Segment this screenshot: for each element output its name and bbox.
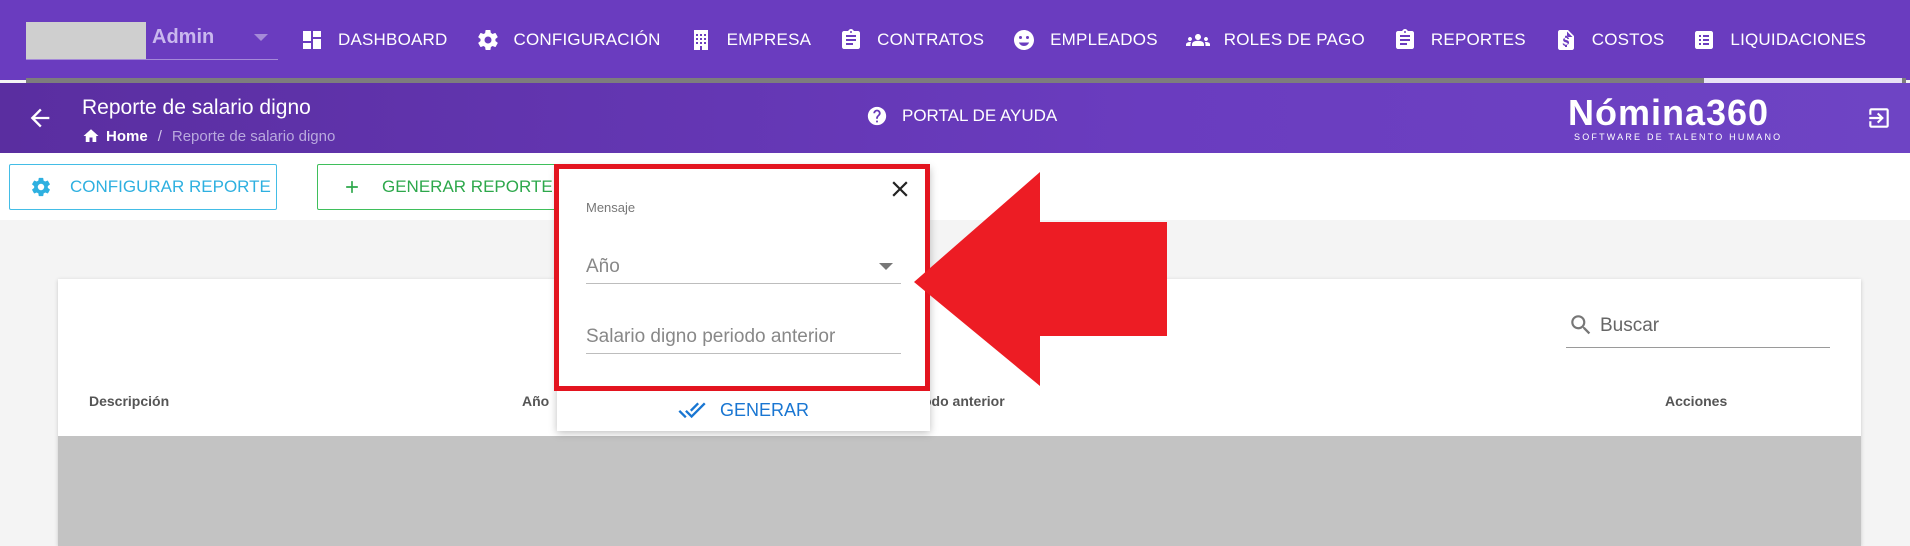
column-header-anio[interactable]: Año xyxy=(522,393,549,409)
salario-field-wrapper xyxy=(586,318,901,354)
brand-tagline: SOFTWARE DE TALENTO HUMANO xyxy=(1574,132,1783,142)
nav-empleados-label: EMPLEADOS xyxy=(1050,30,1158,49)
gear-icon xyxy=(32,177,50,197)
generar-label: GENERAR xyxy=(719,399,809,420)
nav-empresa[interactable]: EMPRESA xyxy=(681,0,832,80)
gear-icon xyxy=(477,30,498,51)
generate-report-label: GENERAR REPORTE xyxy=(382,177,553,196)
dollar-file-icon xyxy=(1557,30,1574,50)
nav-costos[interactable]: COSTOS xyxy=(1546,0,1685,80)
nav-configuracion[interactable]: CONFIGURACIÓN xyxy=(468,0,681,80)
action-toolbar: CONFIGURAR REPORTE GENERAR REPORTE xyxy=(0,153,1910,220)
nav-configuracion-label: CONFIGURACIÓN xyxy=(513,30,661,49)
breadcrumb: Home / Reporte de salario digno xyxy=(82,127,335,145)
user-selector[interactable]: Admin xyxy=(26,22,278,60)
nav-roles-de-pago[interactable]: ROLES DE PAGO xyxy=(1178,0,1385,80)
help-icon xyxy=(867,106,887,126)
breadcrumb-home[interactable]: Home xyxy=(106,128,148,145)
nav-contratos[interactable]: CONTRATOS xyxy=(831,0,1004,80)
nav-reportes-label: REPORTES xyxy=(1430,30,1526,49)
double-check-icon xyxy=(678,402,706,419)
admin-label: Admin xyxy=(152,26,215,48)
chevron-down-icon[interactable] xyxy=(254,34,268,41)
search-input[interactable] xyxy=(1600,310,1826,342)
nav-costos-label: COSTOS xyxy=(1591,30,1665,49)
brand-logo: Nómina360 xyxy=(1568,92,1770,133)
back-arrow-icon[interactable] xyxy=(26,104,54,132)
dialog-message-label: Mensaje xyxy=(586,200,636,215)
plus-icon xyxy=(346,181,358,193)
search-icon xyxy=(1571,315,1591,335)
nav-dashboard-label: DASHBOARD xyxy=(338,30,448,49)
generar-button[interactable]: GENERAR xyxy=(557,388,930,431)
chevron-down-icon[interactable] xyxy=(879,263,893,270)
page-title: Reporte de salario digno xyxy=(82,96,311,119)
generate-report-dialog: Mensaje GENERAR xyxy=(557,166,930,431)
list-icon xyxy=(1695,31,1714,49)
year-field[interactable] xyxy=(586,256,876,278)
clipboard-icon xyxy=(1395,29,1414,49)
configure-report-button[interactable]: CONFIGURAR REPORTE xyxy=(9,164,277,210)
main-menu: DASHBOARD CONFIGURACIÓN EMPRESA CONTRATO… xyxy=(292,0,1886,80)
nav-reportes[interactable]: REPORTES xyxy=(1385,0,1546,80)
face-icon xyxy=(1014,30,1035,50)
configure-report-label: CONFIGURAR REPORTE xyxy=(70,177,271,196)
logout-icon[interactable] xyxy=(1866,105,1892,131)
close-icon[interactable] xyxy=(887,176,913,202)
nav-liquidaciones[interactable]: LIQUIDACIONES xyxy=(1684,0,1886,80)
page-header: Reporte de salario digno Home / Reporte … xyxy=(0,83,1910,153)
dashboard-icon xyxy=(303,31,321,49)
nav-dashboard[interactable]: DASHBOARD xyxy=(292,0,468,80)
column-header-salario-anterior[interactable]: odo anterior xyxy=(923,393,1005,409)
column-header-acciones: Acciones xyxy=(1665,393,1728,409)
nav-roles-label: ROLES DE PAGO xyxy=(1223,30,1365,49)
salario-anterior-input[interactable] xyxy=(586,326,876,348)
nav-empresa-label: EMPRESA xyxy=(726,30,812,49)
building-icon xyxy=(693,30,708,50)
clipboard-icon xyxy=(842,29,861,49)
help-portal-link[interactable]: PORTAL DE AYUDA xyxy=(866,105,1057,127)
year-select[interactable] xyxy=(586,248,901,284)
people-icon xyxy=(1185,34,1210,46)
nav-liquidaciones-label: LIQUIDACIONES xyxy=(1730,30,1867,49)
table-body-loading xyxy=(58,436,1861,546)
help-portal-label: PORTAL DE AYUDA xyxy=(902,106,1058,125)
nav-empleados[interactable]: EMPLEADOS xyxy=(1004,0,1178,80)
nav-contratos-label: CONTRATOS xyxy=(877,30,985,49)
column-header-descripcion[interactable]: Descripción xyxy=(89,393,169,409)
search-field[interactable] xyxy=(1566,310,1830,348)
home-icon[interactable] xyxy=(82,127,100,145)
breadcrumb-separator: / xyxy=(157,127,162,145)
avatar xyxy=(26,22,146,59)
generate-report-button[interactable]: GENERAR REPORTE xyxy=(317,164,567,210)
breadcrumb-current: Reporte de salario digno xyxy=(171,127,336,145)
top-navbar: Admin DASHBOARD CONFIGURACIÓN EMPRESA CO… xyxy=(0,0,1910,80)
